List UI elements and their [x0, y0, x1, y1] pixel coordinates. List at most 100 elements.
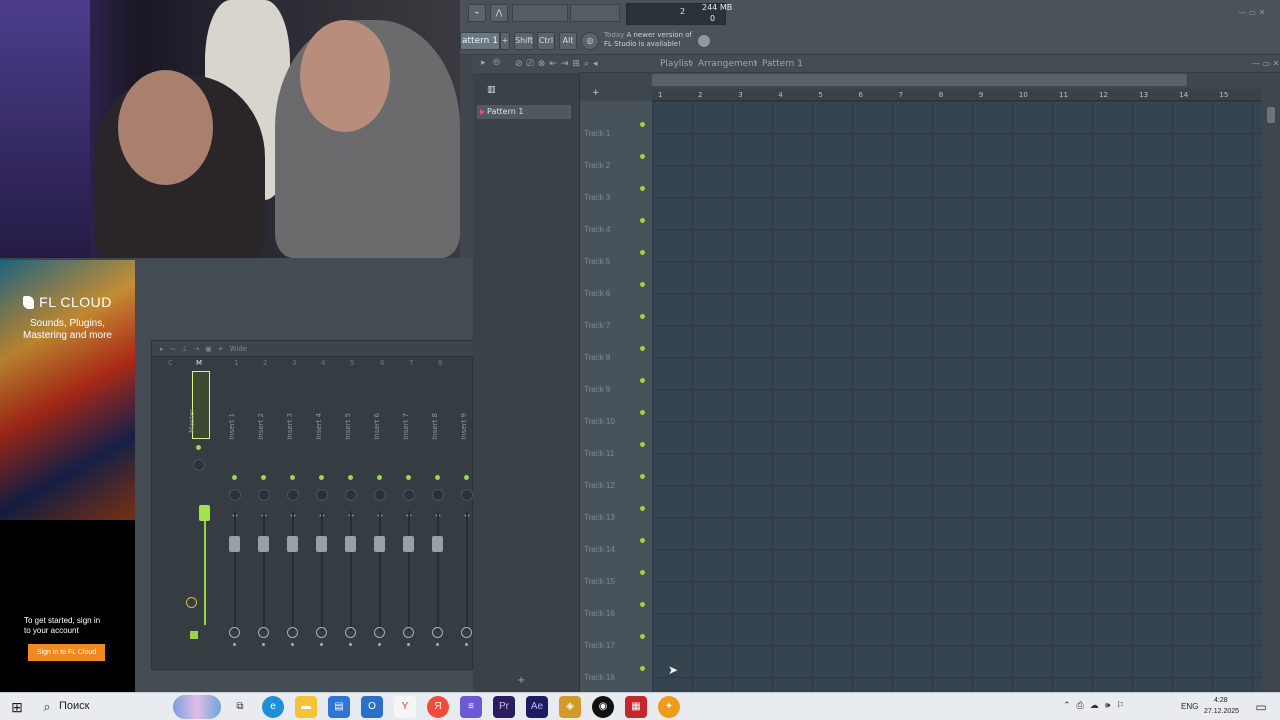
track-header[interactable]: Track 15 [584, 577, 644, 586]
track-header[interactable]: Track 8 [584, 353, 644, 362]
pan-knob[interactable] [287, 489, 299, 501]
playlist-grid[interactable] [652, 101, 1262, 692]
update-hint[interactable]: Today A newer version of FL Studio is av… [604, 31, 692, 49]
route-arrow-icon[interactable] [190, 631, 198, 639]
track-header[interactable]: Track 10 [584, 417, 644, 426]
fader-handle[interactable] [403, 536, 414, 552]
timeline-ruler[interactable] [652, 89, 1262, 101]
browser-snap-icon[interactable]: ⦾ [493, 58, 500, 68]
track-header[interactable]: Track 7 [584, 321, 644, 330]
send-knob[interactable] [186, 597, 197, 608]
track-mute-led[interactable] [640, 154, 645, 159]
track-mute-led[interactable] [640, 538, 645, 543]
track-header[interactable]: Track 14 [584, 545, 644, 554]
pan-knob[interactable] [403, 489, 415, 501]
strip-dot[interactable] [262, 643, 265, 646]
metronome-icon[interactable]: ⋀ [490, 4, 508, 22]
track-header[interactable]: Track 9 [584, 385, 644, 394]
window-controls[interactable]: — ▭ ✕ [1238, 8, 1265, 17]
fader-handle[interactable] [345, 536, 356, 552]
shift-button[interactable]: Shift [514, 32, 534, 50]
store-icon[interactable]: ▤ [328, 696, 350, 718]
mixer-tool-icon[interactable]: ⤳ [170, 345, 176, 353]
online-icon[interactable] [698, 35, 710, 47]
strip-led[interactable] [406, 475, 411, 480]
notification-icon[interactable]: ▭ [1250, 696, 1272, 718]
track-mute-led[interactable] [640, 506, 645, 511]
track-header[interactable]: Track 13 [584, 513, 644, 522]
track-mute-led[interactable] [640, 666, 645, 671]
track-mute-led[interactable] [640, 378, 645, 383]
mixer-menu-icon[interactable]: ▸ [160, 345, 164, 353]
track-header[interactable]: Track 12 [584, 481, 644, 490]
mixer-layout-icon[interactable]: ▣ [205, 345, 212, 353]
send-knob[interactable] [345, 627, 356, 638]
send-knob[interactable] [461, 627, 472, 638]
language-indicator[interactable]: ENG [1181, 702, 1198, 711]
mixer-strip[interactable]: Insert 8◂▸ [425, 371, 451, 667]
tray-icons[interactable]: ⌃⎙☁🕪⚐ [1063, 700, 1130, 711]
strip-led[interactable] [319, 475, 324, 480]
clock-time[interactable]: 4:28 [1214, 697, 1228, 704]
yandex-icon[interactable]: Я [427, 696, 449, 718]
after-effects-icon[interactable]: Ae [526, 696, 548, 718]
premiere-icon[interactable]: Pr [493, 696, 515, 718]
mixer-arrow-icon[interactable]: ⇢ [193, 345, 199, 353]
clock-date[interactable]: 27.12.2025 [1204, 708, 1239, 715]
search-icon[interactable]: ⌕ [36, 696, 58, 718]
fader-handle[interactable] [374, 536, 385, 552]
track-mute-led[interactable] [640, 186, 645, 191]
track-mute-led[interactable] [640, 282, 645, 287]
track-mute-led[interactable] [640, 314, 645, 319]
send-knob[interactable] [229, 627, 240, 638]
track-header[interactable]: Track 16 [584, 609, 644, 618]
strip-led[interactable] [464, 475, 469, 480]
weather-widget-icon[interactable] [173, 695, 221, 719]
strip-led[interactable] [348, 475, 353, 480]
pan-knob[interactable] [316, 489, 328, 501]
mixer-up-icon[interactable]: ⊥ [181, 345, 187, 353]
pan-knob[interactable] [374, 489, 386, 501]
track-header[interactable]: Track 5 [584, 257, 644, 266]
edge-icon[interactable]: e [262, 696, 284, 718]
strip-dot[interactable] [291, 643, 294, 646]
breadcrumb-arrangement[interactable]: Arrangement [698, 55, 757, 73]
strip-dot[interactable] [465, 643, 468, 646]
mixer-strip[interactable]: Insert 4◂▸ [309, 371, 335, 667]
grid-app-icon[interactable]: ▦ [625, 696, 647, 718]
browser-menu-icon[interactable]: ▸ [481, 58, 486, 68]
strip-led[interactable] [377, 475, 382, 480]
fader-handle[interactable] [432, 536, 443, 552]
strip-led[interactable] [290, 475, 295, 480]
pan-knob[interactable] [345, 489, 357, 501]
ctrl-button[interactable]: Ctrl [537, 32, 555, 50]
strip-dot[interactable] [320, 643, 323, 646]
track-header[interactable]: Track 1 [584, 129, 644, 138]
track-header[interactable]: Track 2 [584, 161, 644, 170]
horizontal-scrollbar[interactable] [652, 74, 1187, 86]
piano-roll-icon[interactable]: ▥ [487, 85, 496, 95]
wave-icon[interactable]: ⌁ [468, 4, 486, 22]
pattern-list-item[interactable]: Pattern 1 [477, 105, 571, 119]
pan-knob[interactable] [258, 489, 270, 501]
track-mute-led[interactable] [640, 346, 645, 351]
track-mute-led[interactable] [640, 218, 645, 223]
strip-led[interactable] [435, 475, 440, 480]
fader-handle[interactable] [316, 536, 327, 552]
teams-icon[interactable]: ≡ [460, 696, 482, 718]
add-track-icon[interactable]: + [592, 88, 600, 98]
add-item-icon[interactable]: + [517, 675, 525, 686]
strip-dot[interactable] [436, 643, 439, 646]
strip-dot[interactable] [378, 643, 381, 646]
track-mute-led[interactable] [640, 474, 645, 479]
obs-icon[interactable]: ◉ [592, 696, 614, 718]
send-knob[interactable] [258, 627, 269, 638]
strip-dot[interactable] [233, 643, 236, 646]
taskbar-search[interactable]: Поиск [59, 700, 89, 712]
vertical-scroll-thumb[interactable] [1267, 107, 1275, 123]
fader-handle[interactable] [199, 505, 210, 521]
send-knob[interactable] [316, 627, 327, 638]
strip-led[interactable] [261, 475, 266, 480]
pan-knob[interactable] [461, 489, 473, 501]
mixer-strip[interactable]: Insert 1◂▸ [222, 371, 248, 667]
